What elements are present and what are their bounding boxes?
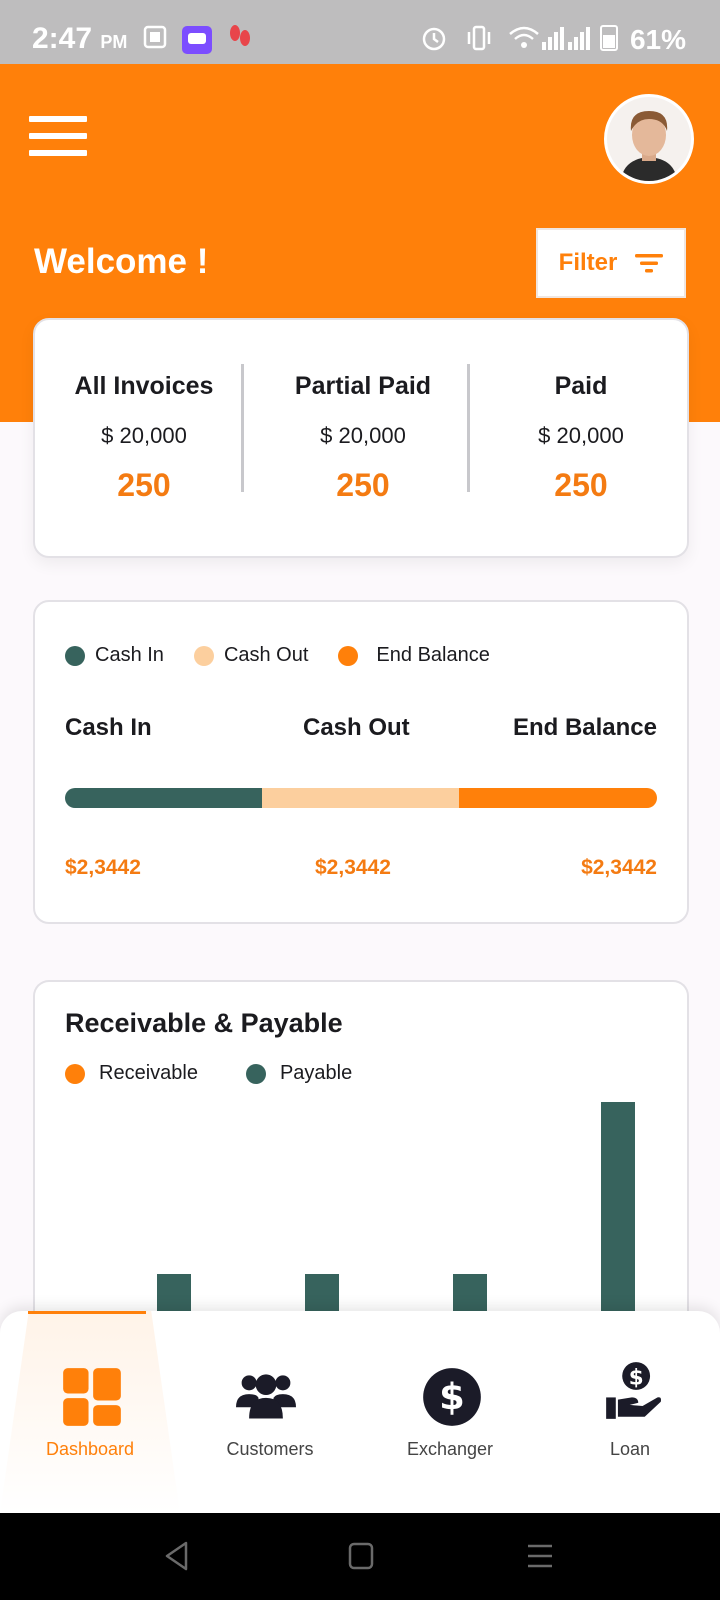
invoice-stat-title: All Invoices xyxy=(74,372,214,400)
invoice-stat-count: 250 xyxy=(117,467,171,503)
legend-item-payable: Payable xyxy=(245,1062,353,1085)
invoice-stat-count: 250 xyxy=(336,467,390,503)
vibrate-icon xyxy=(467,25,491,51)
nav-label: Dashboard xyxy=(45,1439,135,1459)
legend-dot xyxy=(65,1063,85,1084)
legend-dot xyxy=(338,645,359,666)
legend-item-end-balance: End Balance xyxy=(338,644,490,667)
nav-item-loan[interactable]: $ Loan xyxy=(540,1311,720,1513)
notification-app-icon xyxy=(143,25,167,49)
battery-icon xyxy=(600,25,618,51)
legend-label: Payable xyxy=(279,1062,353,1084)
divider xyxy=(467,364,470,492)
chat-app-icon xyxy=(182,26,212,54)
alarm-icon xyxy=(422,27,446,51)
payable-bar xyxy=(305,1274,339,1314)
legend-item-cash-out: Cash Out xyxy=(193,644,309,667)
legend-label: Cash In xyxy=(95,644,164,666)
nav-item-exchanger[interactable]: $ Exchanger xyxy=(360,1311,540,1513)
nav-label: Loan xyxy=(609,1439,651,1459)
recents-icon[interactable] xyxy=(526,1543,554,1569)
invoice-stat-partial[interactable]: Partial Paid $ 20,000 250 xyxy=(254,320,472,504)
welcome-title: Welcome ! xyxy=(34,242,209,281)
avatar[interactable] xyxy=(604,94,694,184)
legend-dot xyxy=(65,645,85,666)
cash-in-segment xyxy=(65,788,263,808)
hamburger-menu-icon[interactable] xyxy=(29,116,87,156)
legend-label: End Balance xyxy=(376,644,490,666)
legend-label: Cash Out xyxy=(223,644,309,666)
user-photo xyxy=(607,97,691,181)
payable-bar xyxy=(453,1274,487,1314)
chart-title: Receivable & Payable xyxy=(65,1008,343,1038)
nav-item-customers[interactable]: Customers xyxy=(180,1311,360,1513)
wifi-icon xyxy=(509,26,539,48)
status-time: 2:47 PM xyxy=(32,22,128,55)
customers-icon xyxy=(236,1374,296,1419)
battery-percent: 61% xyxy=(629,24,686,55)
payable-bar xyxy=(601,1102,635,1314)
active-indicator xyxy=(28,1311,146,1314)
payable-bar xyxy=(157,1274,191,1314)
invoice-summary-card: All Invoices $ 20,000 250 Partial Paid $… xyxy=(33,318,689,558)
cash-progress-bar xyxy=(65,788,657,808)
signal-icon xyxy=(542,27,590,50)
legend-item-cash-in: Cash In xyxy=(65,644,164,667)
invoice-stat-amount: $ 20,000 xyxy=(538,423,624,448)
home-icon[interactable] xyxy=(348,1542,374,1570)
dashboard-icon xyxy=(63,1368,121,1426)
end-balance-segment xyxy=(459,788,657,808)
receivable-payable-chart xyxy=(157,1102,635,1314)
end-balance-heading: End Balance xyxy=(512,714,657,741)
cash-out-segment xyxy=(262,788,460,808)
invoice-stat-title: Partial Paid xyxy=(294,372,432,400)
nav-label: Customers xyxy=(226,1439,314,1459)
legend-item-receivable: Receivable xyxy=(65,1062,198,1085)
steps-app-icon xyxy=(230,25,250,46)
invoice-stat-all[interactable]: All Invoices $ 20,000 250 xyxy=(35,320,253,504)
cash-legend: Cash In Cash Out End Balance xyxy=(65,644,520,667)
end-balance-value: $2,3442 xyxy=(581,856,657,879)
invoice-stat-amount: $ 20,000 xyxy=(320,423,406,448)
filter-button[interactable]: Filter xyxy=(536,228,686,298)
legend-dot xyxy=(193,645,214,666)
divider xyxy=(241,364,244,492)
cash-in-value: $2,3442 xyxy=(65,856,141,879)
svg-text:$: $ xyxy=(439,1376,465,1419)
cash-in-heading: Cash In xyxy=(65,714,152,741)
cash-flow-card: Cash In Cash Out End Balance Cash In Cas… xyxy=(33,600,689,924)
nav-label: Exchanger xyxy=(406,1439,494,1459)
filter-label: Filter xyxy=(558,249,618,276)
legend-label: Receivable xyxy=(99,1062,198,1084)
status-bar: 2:47 PM 61% xyxy=(0,0,720,64)
dollar-coin-icon: $ xyxy=(423,1368,481,1426)
filter-icon xyxy=(635,254,664,273)
bottom-navigation: Dashboard Customers $ Exchanger $ Loan xyxy=(0,1311,720,1513)
invoice-stat-paid[interactable]: Paid $ 20,000 250 xyxy=(472,320,690,504)
cash-out-heading: Cash Out xyxy=(303,714,410,741)
nav-item-dashboard[interactable]: Dashboard xyxy=(0,1311,180,1513)
system-navigation-bar xyxy=(0,1513,720,1600)
invoice-stat-amount: $ 20,000 xyxy=(101,423,187,448)
back-icon[interactable] xyxy=(164,1541,190,1571)
invoice-stat-title: Paid xyxy=(554,372,608,400)
invoice-stat-count: 250 xyxy=(554,467,608,503)
loan-icon: $ xyxy=(606,1362,661,1419)
cash-out-value: $2,3442 xyxy=(315,856,391,879)
svg-text:$: $ xyxy=(629,1366,644,1391)
chart-legend: Receivable Payable xyxy=(65,1062,382,1085)
legend-dot xyxy=(245,1063,266,1084)
